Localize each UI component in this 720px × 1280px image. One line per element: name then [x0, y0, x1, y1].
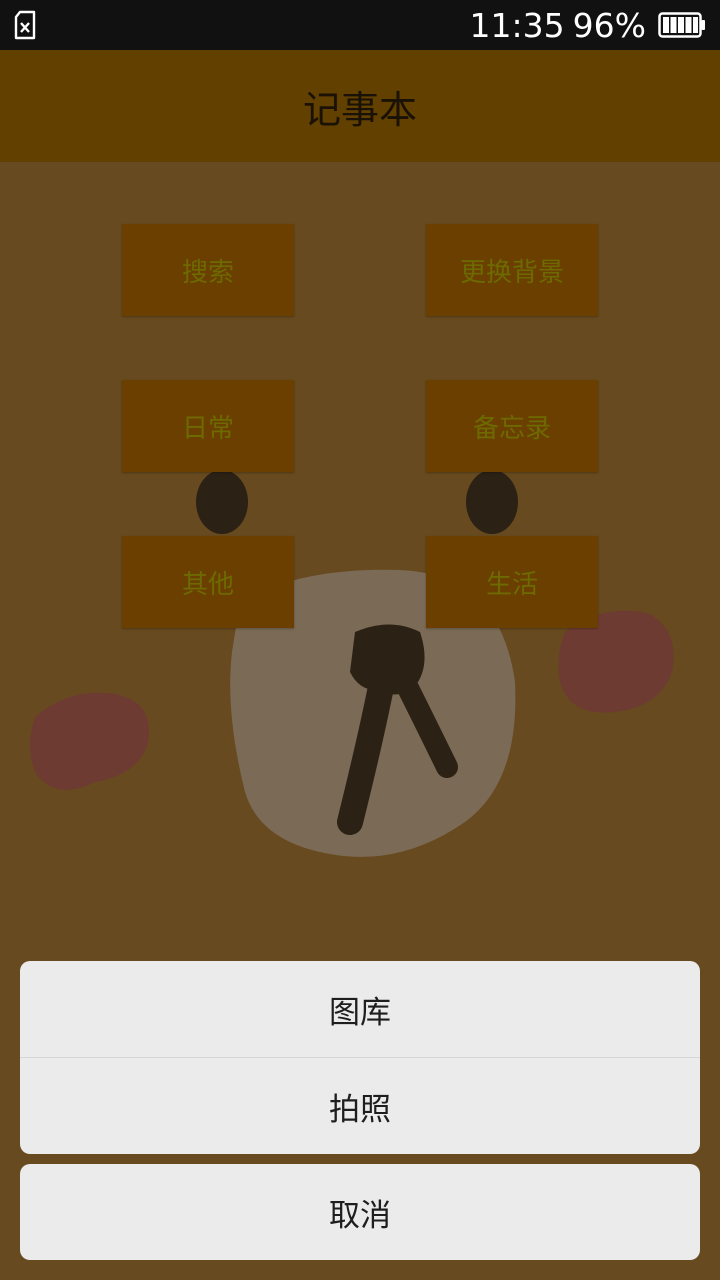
category-life-button[interactable]: 生活: [426, 536, 598, 628]
category-change-background-button[interactable]: 更换背景: [426, 224, 598, 316]
category-daily-button[interactable]: 日常: [122, 380, 294, 472]
status-time: 11:35: [469, 5, 565, 45]
cancel-button[interactable]: 取消: [20, 1164, 700, 1260]
battery-full-icon: [658, 12, 705, 38]
category-other-button[interactable]: 其他: [122, 536, 294, 628]
app-bar: 记事本: [0, 50, 720, 162]
status-bar: 11:35 96%: [0, 0, 720, 50]
category-search-button[interactable]: 搜索: [122, 224, 294, 316]
camera-option[interactable]: 拍照: [20, 1058, 700, 1154]
image-source-sheet: 图库 拍照: [20, 961, 700, 1154]
battery-percent: 96%: [572, 5, 646, 45]
category-memo-button[interactable]: 备忘录: [426, 380, 598, 472]
page-title: 记事本: [302, 87, 417, 132]
gallery-option[interactable]: 图库: [20, 961, 700, 1057]
no-sim-icon: [14, 10, 36, 40]
cancel-sheet: 取消: [20, 1164, 700, 1260]
